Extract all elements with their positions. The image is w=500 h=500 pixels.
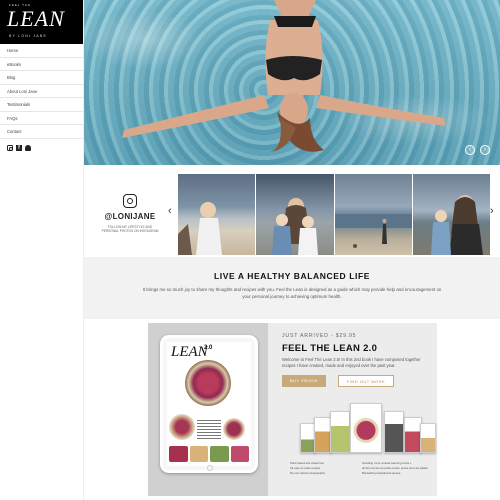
book-title: FEEL THE LEAN 2.0 — [282, 343, 378, 354]
buy-ebook-button[interactable]: BUY EBOOK — [282, 375, 326, 387]
ebook-cover: LEAN 2.0 — [167, 342, 251, 466]
nav-item-about[interactable]: About Loni Jane — [0, 85, 83, 98]
ebook-pages-preview — [298, 403, 438, 453]
snapchat-icon[interactable] — [25, 144, 31, 151]
tablet-mockup[interactable]: LEAN 2.0 — [160, 335, 258, 473]
nav-item-blog[interactable]: Blog — [0, 71, 83, 85]
cover-text-lines — [197, 420, 221, 440]
nav-item-testimonials[interactable]: Testimonials — [0, 98, 83, 112]
photo-ocean — [334, 214, 412, 248]
ebook-cover-version: 2.0 — [204, 345, 213, 351]
logo-name: LEAN — [7, 6, 65, 31]
book-promo-section: LEAN 2.0 JUST ARRIVED - $29.95 FEEL THE … — [84, 319, 500, 500]
hero-next-button[interactable]: › — [480, 145, 490, 155]
nav-item-contact[interactable]: Contact — [0, 125, 83, 139]
book-price-label: JUST ARRIVED - $29.95 — [282, 333, 357, 339]
instagram-next-arrow[interactable]: › — [490, 205, 494, 217]
ebook-page-thumbnail — [384, 411, 404, 453]
smoothie-bowl-image — [169, 414, 195, 440]
photo-mother-children — [430, 195, 483, 255]
instagram-feed — [178, 174, 490, 255]
instagram-caption: FOLLOW MY LIFESTYLE AND PERSONAL PHOTOS … — [101, 225, 159, 233]
feature-item: all fat promise smoothie bowls, juices a… — [362, 466, 428, 470]
feature-item: Bestselling inspirational quotes — [362, 471, 401, 475]
instagram-photo[interactable] — [178, 174, 256, 255]
cover-thumbnails — [169, 446, 249, 462]
photo-family-beach — [272, 198, 319, 255]
smoothie-bowl-image — [223, 418, 245, 440]
instagram-photo[interactable] — [412, 174, 490, 255]
logo[interactable]: FEEL THE LEAN BY LONI JANE — [0, 0, 83, 44]
hero-photo-swimmer — [122, 0, 446, 152]
page: FEEL THE LEAN BY LONI JANE Home eBooks B… — [0, 0, 500, 500]
feature-item: Plant based and wheat free — [290, 461, 325, 465]
book-promo-card: LEAN 2.0 JUST ARRIVED - $29.95 FEEL THE … — [148, 323, 437, 496]
find-out-more-button[interactable]: FIND OUT MORE — [338, 375, 394, 387]
instagram-photo[interactable] — [334, 174, 412, 255]
instagram-prev-arrow[interactable]: ‹ — [168, 205, 172, 217]
hero-banner: ‹ › — [84, 0, 500, 165]
instagram-section: @LONIJANE FOLLOW MY LIFESTYLE AND PERSON… — [84, 165, 500, 257]
nav-item-faqs[interactable]: FAQs — [0, 112, 83, 125]
instagram-intro: @LONIJANE FOLLOW MY LIFESTYLE AND PERSON… — [84, 165, 176, 257]
healthy-life-section: LIVE A HEALTHY BALANCED LIFE It brings m… — [84, 257, 500, 319]
book-features: Plant based and wheat free Including mor… — [290, 461, 430, 475]
hero-prev-button[interactable]: ‹ — [465, 145, 475, 155]
social-links: f — [0, 139, 83, 157]
instagram-icon[interactable] — [123, 194, 137, 208]
facebook-icon[interactable]: f — [16, 144, 22, 151]
instagram-photo[interactable] — [256, 174, 334, 255]
tablet-home-button — [207, 465, 213, 471]
ebook-page-thumbnail — [330, 411, 350, 453]
nav-item-ebooks[interactable]: eBooks — [0, 58, 83, 71]
ebook-page-thumbnail — [420, 423, 436, 453]
sidebar: FEEL THE LEAN BY LONI JANE Home eBooks B… — [0, 0, 84, 500]
feature-item: Including more cooked warming foods + — [362, 461, 412, 465]
book-description: Welcome to Feel The Lean 2.0! In this 2n… — [282, 357, 421, 368]
healthy-text: It brings me so much joy to share my tho… — [142, 287, 442, 299]
photo-child-beach — [178, 202, 222, 255]
nav-item-home[interactable]: Home — [0, 44, 83, 58]
hero-slider-controls: ‹ › — [465, 145, 490, 155]
feature-item: All easy to make recipes — [290, 466, 321, 470]
instagram-icon[interactable] — [7, 144, 13, 151]
smoothie-bowl-image — [185, 360, 231, 406]
book-info: JUST ARRIVED - $29.95 FEEL THE LEAN 2.0 … — [282, 323, 432, 387]
instagram-handle[interactable]: @LONIJANE — [84, 212, 176, 221]
healthy-heading: LIVE A HEALTHY BALANCED LIFE — [213, 271, 371, 281]
logo-byline: BY LONI JANE — [9, 34, 48, 38]
book-actions: BUY EBOOK FIND OUT MORE — [282, 375, 432, 387]
tablet-mockup-area: LEAN 2.0 — [148, 323, 268, 496]
ebook-cover-title: LEAN — [171, 344, 208, 360]
ebook-page-thumbnail — [350, 403, 382, 453]
feature-item: My own vibrant photography — [290, 471, 326, 475]
main-nav: Home eBooks Blog About Loni Jane Testimo… — [0, 44, 83, 139]
